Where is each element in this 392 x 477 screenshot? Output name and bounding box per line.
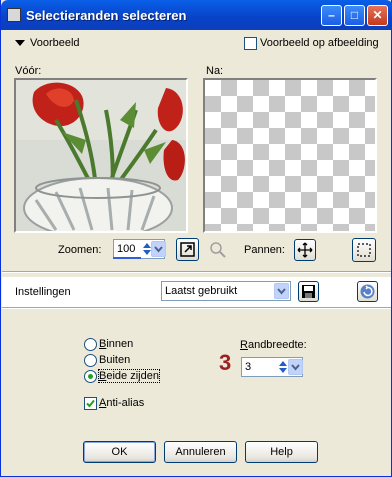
after-preview[interactable] (203, 78, 377, 233)
window-title: Selectieranden selecteren (26, 8, 187, 23)
reset-button[interactable] (357, 281, 378, 302)
radio-both-sides-label: Beide zijden (98, 369, 160, 383)
chevron-down-icon (154, 246, 163, 253)
pan-button[interactable] (294, 239, 316, 261)
chevron-down-icon (277, 288, 286, 295)
preview-header-label: Voorbeeld (30, 37, 80, 49)
settings-label: Instellingen (15, 286, 71, 298)
zoom-tool-button[interactable] (206, 238, 229, 261)
preset-dropdown-button[interactable] (274, 283, 289, 299)
ok-button[interactable]: OK (83, 441, 156, 463)
radio-inside[interactable] (84, 338, 97, 351)
zoom-label: Zoomen: (58, 244, 102, 256)
save-preset-button[interactable] (298, 281, 319, 302)
selection-marquee-icon (357, 243, 371, 257)
pan-label: Pannen: (244, 244, 285, 256)
zoom-dropdown-button[interactable] (151, 241, 166, 257)
help-button[interactable]: Help (245, 441, 318, 463)
border-width-dropdown-button[interactable] (288, 359, 303, 375)
checkmark-icon (86, 399, 95, 408)
floppy-disk-icon (302, 285, 315, 298)
before-preview[interactable] (14, 78, 188, 233)
magnifier-icon (210, 242, 226, 258)
title-bar[interactable]: Selectieranden selecteren – □ ✕ (1, 0, 392, 30)
separator (2, 271, 391, 273)
close-button[interactable]: ✕ (367, 5, 388, 26)
radio-inside-label: Binnen (99, 338, 134, 350)
before-label: Vóór: (15, 65, 42, 77)
cancel-button[interactable]: Annuleren (164, 441, 237, 463)
zoom-to-fit-button[interactable] (176, 238, 199, 261)
tulip-photo (16, 80, 186, 231)
reset-arrow-icon (360, 284, 375, 299)
radio-outside[interactable] (84, 354, 97, 367)
preset-select[interactable]: Laatst gebruikt (161, 281, 291, 301)
preset-value: Laatst gebruikt (165, 285, 238, 297)
border-width-spin-icon[interactable] (278, 359, 288, 375)
radio-both-sides[interactable] (84, 370, 97, 383)
antialias-checkbox[interactable] (84, 397, 97, 410)
separator (2, 307, 391, 309)
maximize-button[interactable]: □ (344, 5, 365, 26)
chevron-down-icon (291, 364, 300, 371)
move-arrows-icon (297, 242, 313, 258)
zoom-fit-icon (180, 242, 195, 257)
zoom-slider-indicator[interactable] (113, 257, 141, 259)
marquee-button[interactable] (352, 238, 376, 262)
step-annotation: 3 (219, 350, 232, 375)
app-icon (7, 8, 21, 22)
dialog-window: Selectieranden selecteren – □ ✕ Voorbeel… (0, 0, 392, 477)
zoom-value: 100 (117, 243, 136, 255)
collapse-preview-icon[interactable] (15, 40, 25, 46)
radio-outside-label: Buiten (99, 354, 131, 366)
border-width-label: Randbreedte: (240, 339, 307, 351)
minimize-button[interactable]: – (321, 5, 342, 26)
preview-on-image-label: Voorbeeld op afbeelding (260, 37, 379, 49)
after-label: Na: (206, 65, 224, 77)
antialias-label: Anti-alias (99, 397, 145, 409)
preview-on-image-checkbox[interactable] (244, 37, 257, 50)
border-width-value: 3 (245, 361, 252, 373)
